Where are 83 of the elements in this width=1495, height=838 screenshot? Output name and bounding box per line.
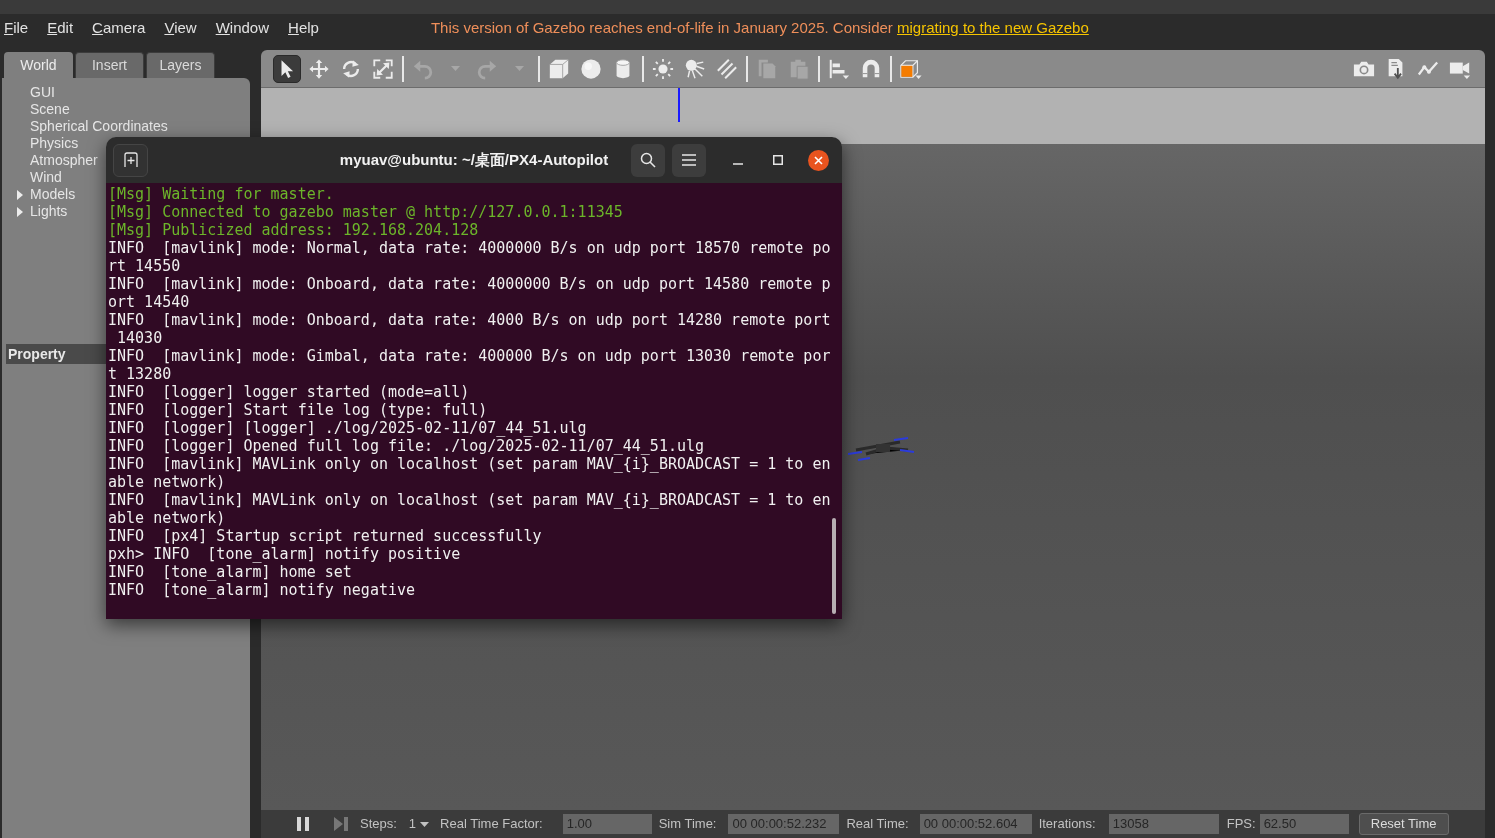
- tree-item[interactable]: Scene: [30, 101, 70, 118]
- terminal-title: myuav@ubuntu: ~/桌面/PX4-Autopilot: [339, 149, 609, 170]
- axis-line: [678, 88, 680, 122]
- end-of-life-notice: This version of Gazebo reaches end-of-life in January 2025. Consider migrating to the new Gazebo: [430, 17, 1089, 38]
- terminal-line: INFO [px4] Startup script returned successfully: [108, 527, 542, 545]
- move-arrows-icon: [308, 57, 330, 80]
- new-tab-icon: [122, 152, 139, 168]
- readout-field: 00 00:00:52.232: [728, 814, 840, 834]
- terminal-line: pxh> INFO [tone_alarm] notify positive: [108, 545, 461, 563]
- terminal-line: INFO [mavlink] mode: Onboard, data rate: 4000 B/s on udp port 14280 remote port: [108, 311, 831, 329]
- terminal-line: INFO [mavlink] mode: Normal, data rate: 4000000 B/s on udp port 18570 remote po: [108, 239, 831, 257]
- terminal-line: INFO [mavlink] mode: Gimbal, data rate: 400000 B/s on udp port 13030 remote por: [108, 347, 831, 365]
- parallel-rays-icon[interactable]: [716, 57, 738, 80]
- migration-link[interactable]: migrating to the new Gazebo: [897, 18, 1089, 36]
- menu-icon: [682, 154, 696, 166]
- spotlight-icon[interactable]: [684, 57, 706, 80]
- scrollbar-thumb[interactable]: [832, 518, 836, 614]
- property-header: Property: [6, 344, 106, 364]
- menu-item[interactable]: Help: [288, 18, 319, 38]
- terminal-line: 14030: [116, 329, 163, 347]
- readout-field: 13058: [1108, 814, 1219, 834]
- terminal-line: ort 14540: [108, 293, 190, 311]
- terminal-line: t 13280: [108, 365, 172, 383]
- terminal-line: [Msg] Waiting for master.: [108, 185, 334, 203]
- terminal-line: INFO [logger] logger started (mode=all): [108, 383, 470, 401]
- panel-tab[interactable]: Insert: [75, 52, 144, 78]
- pause-icon[interactable]: [296, 817, 310, 831]
- tree-item[interactable]: Physics: [30, 135, 79, 152]
- readout-field: 62.50: [1259, 814, 1349, 834]
- expand-triangle-icon[interactable]: [17, 206, 23, 217]
- tree-item[interactable]: Lights: [30, 203, 68, 220]
- cube-icon[interactable]: [548, 57, 570, 80]
- tree-item[interactable]: Atmospher: [30, 152, 98, 169]
- readout-label: Real Time:: [846, 815, 909, 834]
- readout-field: 00 00:00:52.604: [919, 814, 1032, 834]
- tree-item[interactable]: GUI: [30, 84, 55, 101]
- steps-dropdown[interactable]: 1: [408, 814, 430, 834]
- tree-item[interactable]: Models: [30, 186, 76, 203]
- tree-item[interactable]: Spherical Coordinates: [30, 118, 168, 135]
- menu-item[interactable]: File: [4, 18, 29, 38]
- sphere-icon[interactable]: [580, 57, 602, 80]
- terminal-line: INFO [mavlink] MAVLink only on localhost (set param MAV_{i}_BROADCAST = 1 to en: [108, 455, 831, 473]
- resize-arrows-icon: [372, 57, 394, 80]
- search-icon: [640, 152, 656, 168]
- readout-field: 1.00: [562, 814, 652, 834]
- steps-label: Steps:: [360, 815, 397, 834]
- magnet-icon[interactable]: [860, 57, 882, 80]
- search-button[interactable]: [631, 143, 665, 177]
- terminal-line: INFO [mavlink] mode: Onboard, data rate: 4000000 B/s on udp port 14580 remote p: [108, 275, 831, 293]
- terminal-line: INFO [mavlink] MAVLink only on localhost (set param MAV_{i}_BROADCAST = 1 to en: [108, 491, 831, 509]
- step-forward-icon[interactable]: [334, 817, 348, 831]
- terminal-line: rt 14550: [108, 257, 181, 275]
- reset-time-button[interactable]: Reset Time: [1358, 813, 1449, 835]
- terminal-line: able network): [108, 509, 226, 527]
- menu-item[interactable]: Camera: [92, 18, 146, 38]
- terminal-line: INFO [logger] Opened full log file: ./log/2025-02-11/07_44_51.ulg: [108, 437, 705, 455]
- panel-tab[interactable]: World: [4, 52, 73, 78]
- view-cube-icon[interactable]: [900, 57, 922, 80]
- menu-button[interactable]: [672, 143, 706, 177]
- align-bars-icon[interactable]: [828, 57, 850, 80]
- panel-tab[interactable]: Layers: [146, 52, 215, 78]
- readout-label: Real Time Factor:: [440, 815, 543, 834]
- terminal-line: INFO [tone_alarm] notify negative: [108, 581, 416, 599]
- terminal-line: INFO [logger] Start file log (type: full): [108, 401, 488, 419]
- caret-icon[interactable]: [420, 821, 430, 827]
- menu-item[interactable]: View: [164, 18, 197, 38]
- menu-item[interactable]: Edit: [47, 18, 74, 38]
- readout-label: Sim Time:: [658, 815, 717, 834]
- sun-icon[interactable]: [652, 57, 674, 80]
- readout-label: Iterations:: [1038, 815, 1096, 834]
- close-icon[interactable]: [808, 149, 829, 171]
- terminal-line: INFO [tone_alarm] home set: [108, 563, 352, 581]
- menu-item[interactable]: Window: [215, 18, 270, 38]
- tool-button[interactable]: [273, 54, 301, 83]
- new-tab-button[interactable]: [113, 143, 148, 177]
- terminal-line: able network): [108, 473, 226, 491]
- terminal-line: [Msg] Publicized address: 192.168.204.128: [108, 221, 479, 239]
- terminal-line: [Msg] Connected to gazebo master @ http://127.0.0.1:11345: [108, 203, 623, 221]
- expand-triangle-icon[interactable]: [17, 189, 23, 200]
- tree-item[interactable]: Wind: [30, 169, 62, 186]
- maximize-icon[interactable]: [773, 155, 783, 165]
- readout-label: FPS:: [1226, 815, 1256, 834]
- terminal-line: INFO [logger] [logger] ./log/2025-02-11/07_44_51.ulg: [108, 419, 587, 437]
